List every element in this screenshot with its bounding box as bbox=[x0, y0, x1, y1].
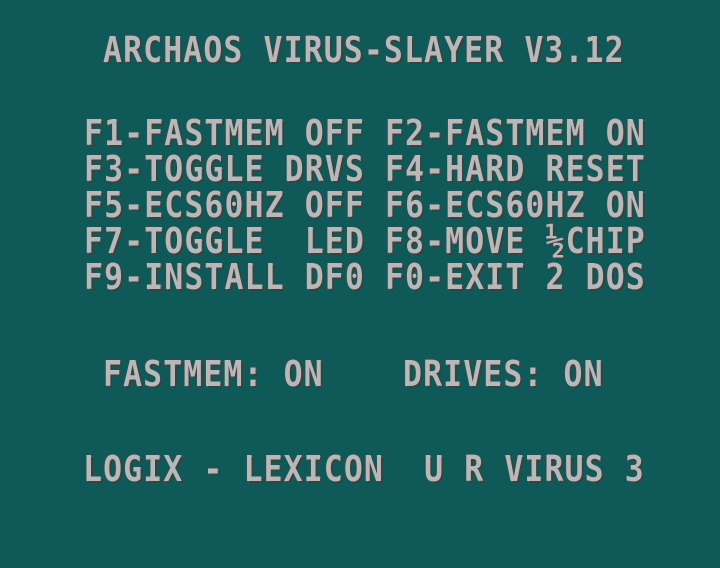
f2-fastmem-on-option[interactable]: F2-FASTMEM ON bbox=[385, 114, 646, 154]
menu-row: F9-INSTALL DF0 F0-EXIT 2 DOS bbox=[84, 258, 646, 298]
menu-row: F7-TOGGLE LED F8-MOVE ½CHIP bbox=[84, 222, 646, 262]
drives-status: DRIVES: ON bbox=[403, 354, 604, 395]
f5-ecs60hz-off-option[interactable]: F5-ECS60HZ OFF bbox=[84, 186, 365, 226]
f6-ecs60hz-on-option[interactable]: F6-ECS60HZ ON bbox=[385, 186, 646, 226]
f7-toggle-led-option[interactable]: F7-TOGGLE LED bbox=[84, 222, 365, 262]
f9-install-df0-option[interactable]: F9-INSTALL DF0 bbox=[84, 258, 365, 298]
fastmem-status: FASTMEM: ON bbox=[103, 354, 324, 395]
f8-move-half-chip-option[interactable]: F8-MOVE ½CHIP bbox=[385, 222, 646, 262]
menu-row: F1-FASTMEM OFF F2-FASTMEM ON bbox=[84, 114, 646, 154]
app-title: ARCHAOS VIRUS-SLAYER V3.12 bbox=[103, 30, 625, 71]
f0-exit-to-dos-option[interactable]: F0-EXIT 2 DOS bbox=[385, 258, 646, 298]
f1-fastmem-off-option[interactable]: F1-FASTMEM OFF bbox=[84, 114, 365, 154]
menu-row: F3-TOGGLE DRVS F4-HARD RESET bbox=[84, 150, 646, 190]
menu-row: F5-ECS60HZ OFF F6-ECS60HZ ON bbox=[84, 186, 646, 226]
f3-toggle-drives-option[interactable]: F3-TOGGLE DRVS bbox=[84, 150, 365, 190]
f4-hard-reset-option[interactable]: F4-HARD RESET bbox=[385, 150, 646, 190]
credits-footer: LOGIX - LEXICON U R VIRUS 3 bbox=[83, 449, 645, 490]
